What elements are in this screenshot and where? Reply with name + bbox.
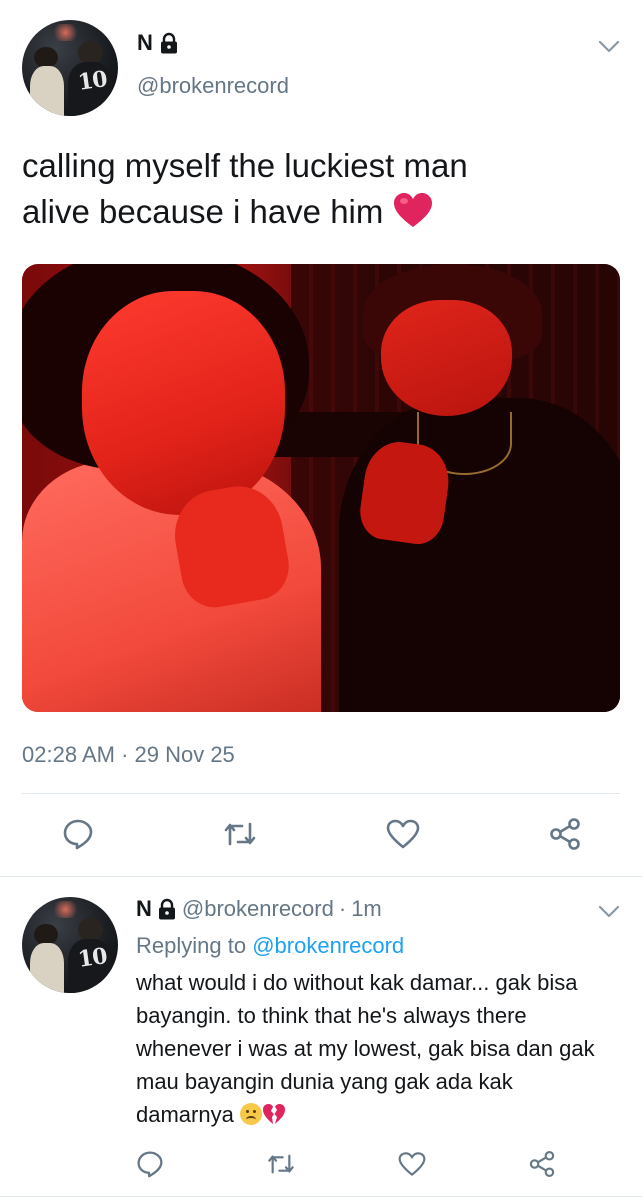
divider xyxy=(0,876,642,877)
tweet-text-line-2: alive because i have him xyxy=(22,193,384,230)
divider xyxy=(22,793,620,794)
tweet-photo[interactable] xyxy=(22,264,620,712)
reply-text-body: what would i do without kak damar... gak… xyxy=(136,970,595,1127)
like-icon[interactable] xyxy=(386,819,420,849)
replying-to-prefix: Replying to xyxy=(136,933,247,958)
lock-icon xyxy=(157,898,177,920)
broken-heart-emoji xyxy=(262,1101,286,1134)
reply-author-handle[interactable]: @brokenrecord xyxy=(182,896,334,922)
author-name[interactable]: N xyxy=(137,30,153,56)
author-avatar[interactable]: 10 xyxy=(22,20,118,116)
divider xyxy=(0,1196,642,1197)
author-name-row[interactable]: N xyxy=(137,30,179,56)
reply-header[interactable]: N @brokenrecord · 1m xyxy=(136,896,382,922)
reply-icon[interactable] xyxy=(136,1150,164,1178)
retweet-icon[interactable] xyxy=(266,1152,296,1176)
red-heart-emoji xyxy=(393,193,433,230)
lock-icon xyxy=(159,32,179,54)
replying-to-mention[interactable]: @brokenrecord xyxy=(252,933,404,958)
reply-author-name[interactable]: N xyxy=(136,896,152,922)
reply-icon[interactable] xyxy=(62,818,94,850)
tweet-text-line-1: calling myself the luckiest man xyxy=(22,147,468,184)
tweet-timestamp[interactable]: 02:28 AM · 29 Nov 25 xyxy=(22,742,235,768)
frowning-face-emoji xyxy=(239,1103,262,1125)
replying-to-line: Replying to @brokenrecord xyxy=(136,933,404,959)
reply-time[interactable]: 1m xyxy=(351,896,382,922)
reply-text: what would i do without kak damar... gak… xyxy=(136,966,616,1134)
share-icon[interactable] xyxy=(528,1150,556,1178)
reply-action-bar xyxy=(136,1146,556,1182)
retweet-icon[interactable] xyxy=(222,820,258,848)
author-handle[interactable]: @brokenrecord xyxy=(137,73,289,99)
like-icon[interactable] xyxy=(398,1151,426,1177)
reply-author-avatar[interactable]: 10 xyxy=(22,897,118,993)
tweet-action-bar xyxy=(62,812,582,856)
chevron-down-icon[interactable] xyxy=(598,40,620,54)
tweet-detail-page: 10 N @brokenrecord calling myself the lu… xyxy=(0,0,642,1200)
chevron-down-icon[interactable] xyxy=(598,905,620,919)
reply-separator: · xyxy=(338,896,347,921)
share-icon[interactable] xyxy=(548,817,582,851)
tweet-text: calling myself the luckiest man alive be… xyxy=(22,143,622,235)
